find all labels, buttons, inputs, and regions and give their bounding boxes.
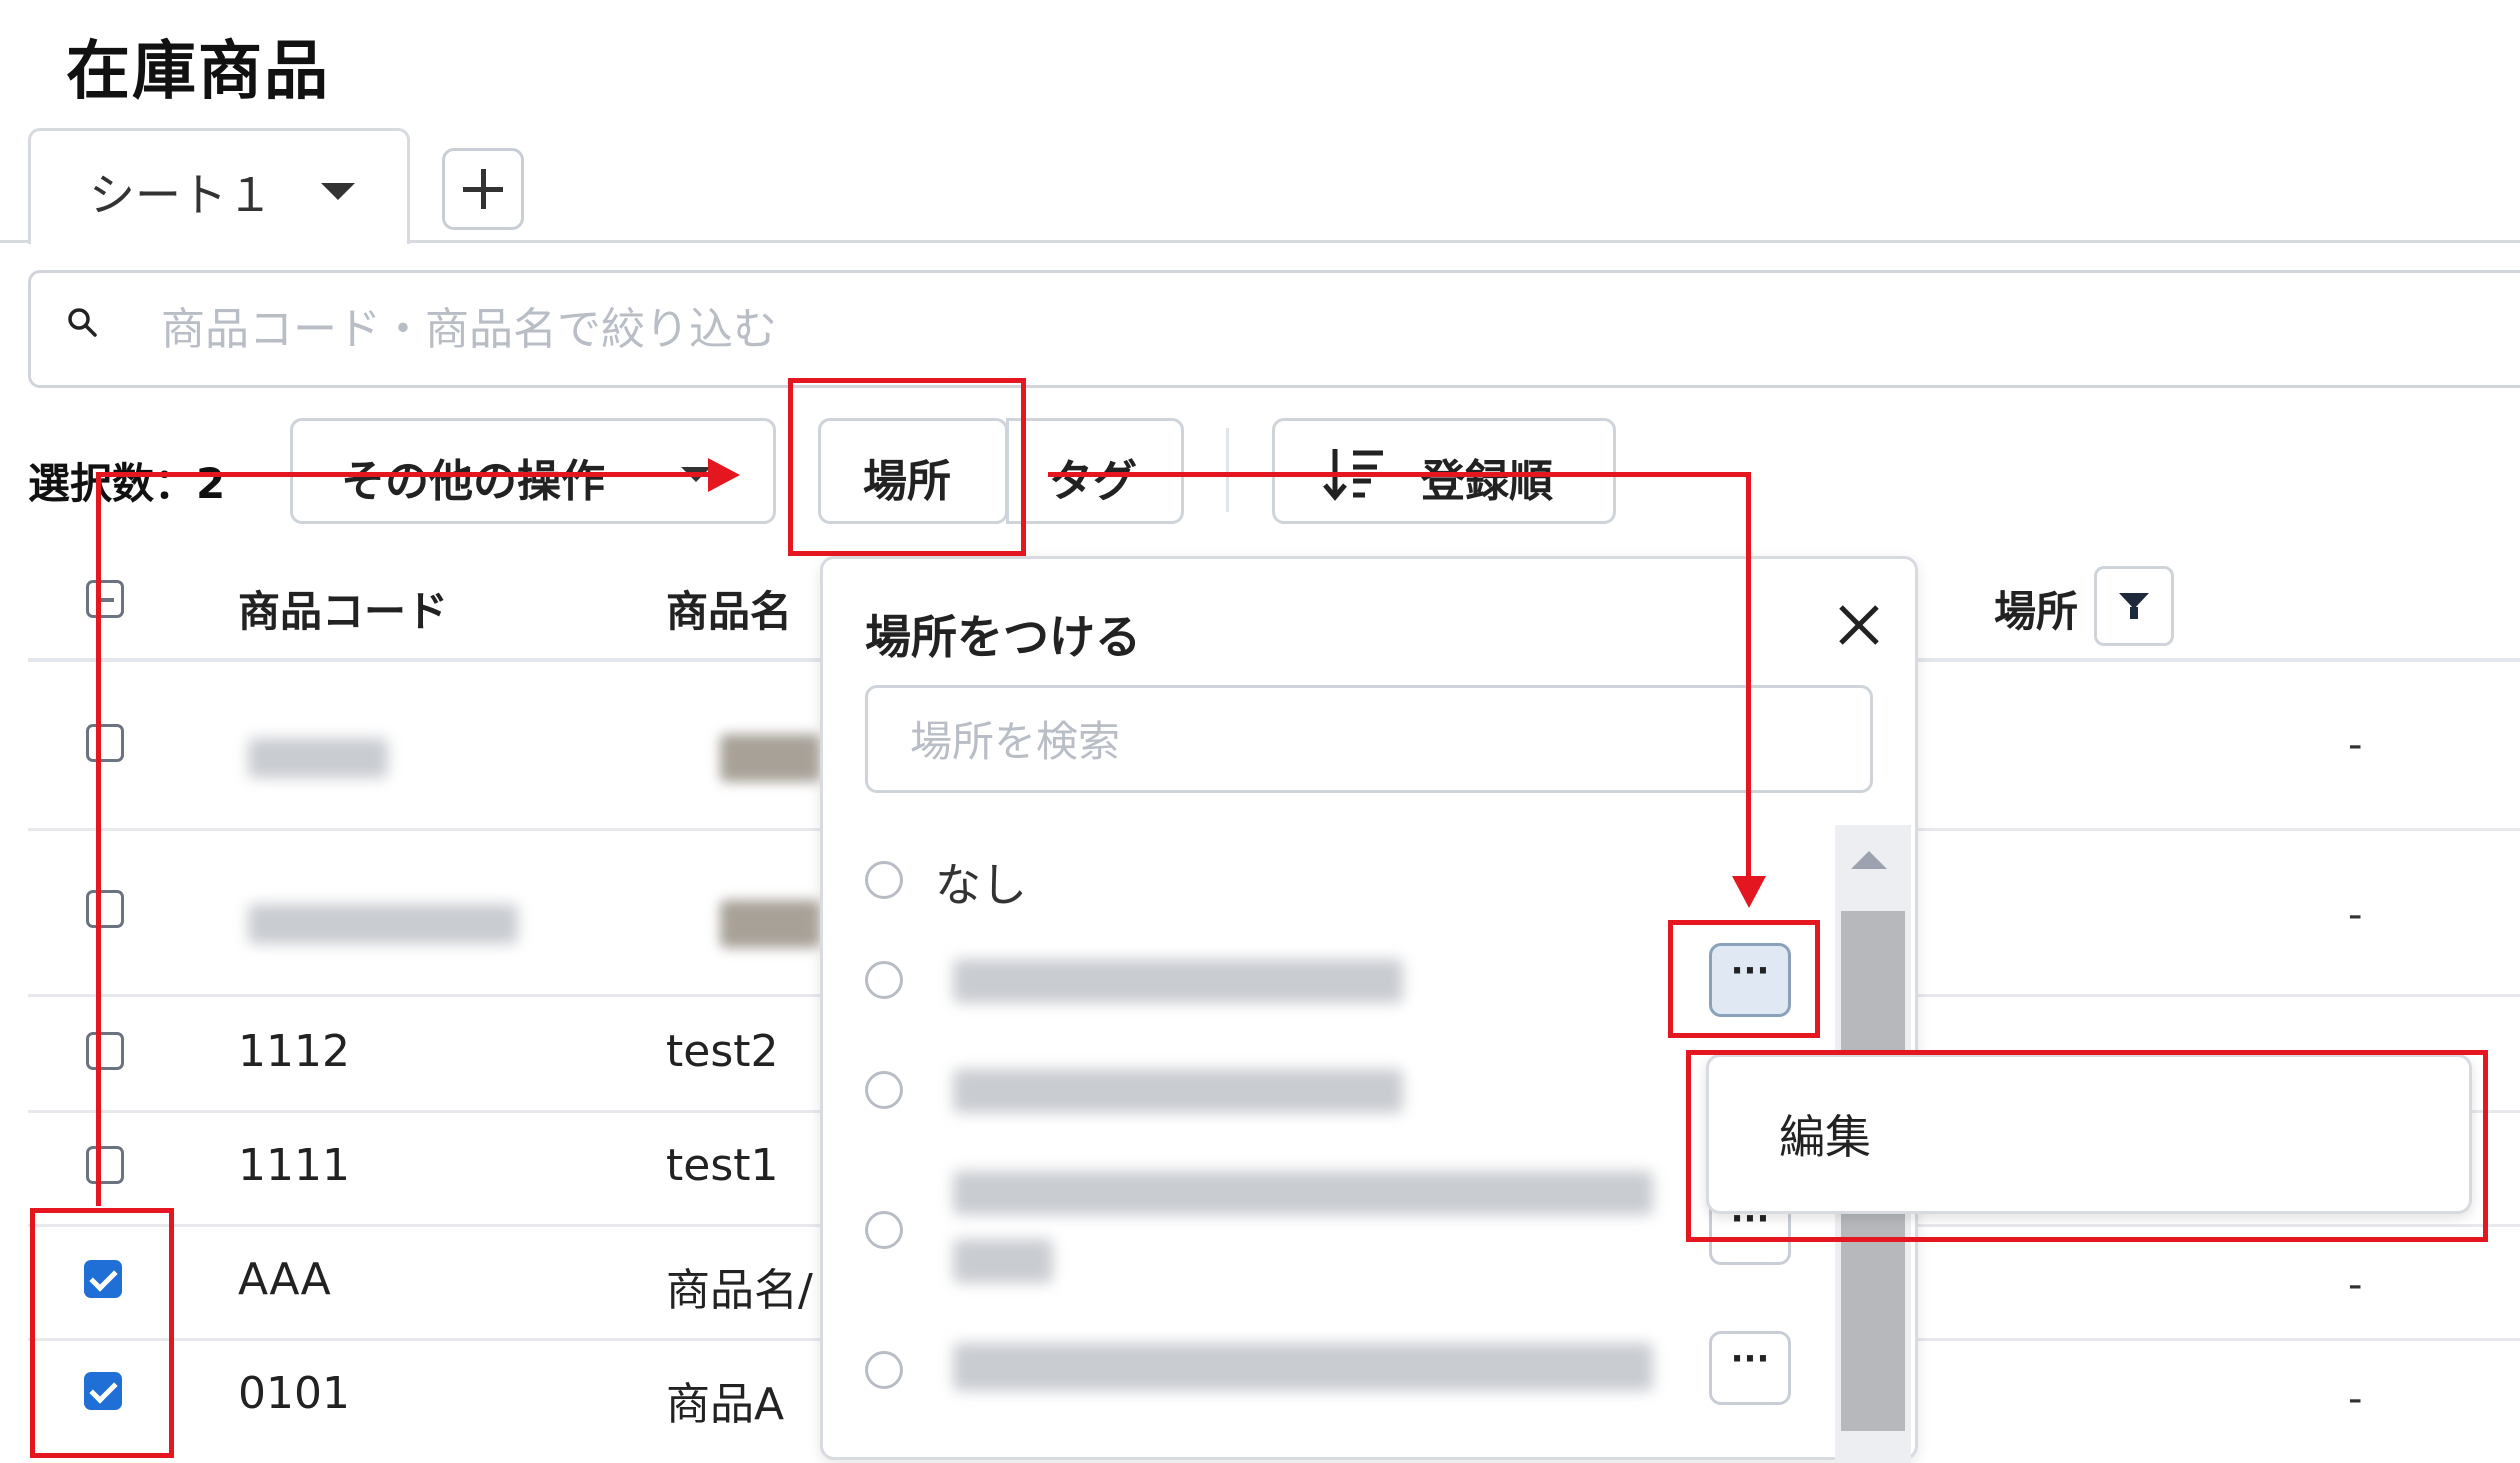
product-name: test1 [666, 1140, 779, 1191]
radio-option[interactable] [865, 1211, 903, 1249]
popup-title: 場所をつける [865, 610, 1141, 664]
blurred-product-name [720, 900, 820, 948]
annotation-line [1048, 472, 1750, 477]
blurred-place-name [953, 1069, 1403, 1113]
close-icon[interactable] [1829, 595, 1889, 655]
row-checkbox[interactable] [86, 1146, 124, 1184]
product-code: 1111 [238, 1140, 350, 1191]
header-product-name[interactable]: 商品名 [666, 578, 792, 639]
blurred-place-name [953, 959, 1403, 1003]
header-place[interactable]: 場所 [1994, 578, 2078, 639]
blurred-place-name [953, 1343, 1653, 1391]
arrow-down-icon [1732, 876, 1766, 908]
radio-option[interactable] [865, 1351, 903, 1389]
annotation-line [96, 472, 716, 477]
blurred-place-name [953, 1171, 1653, 1215]
row-place: - [2348, 1262, 2363, 1308]
search-input[interactable] [159, 293, 1663, 365]
tag-button[interactable]: タグ [1006, 418, 1184, 524]
product-code: 0101 [238, 1368, 350, 1419]
product-code: 1112 [238, 1026, 350, 1077]
place-filter-button[interactable] [2094, 566, 2174, 646]
header-product-code[interactable]: 商品コード [238, 578, 448, 639]
annotation-box-edit-menu [1686, 1050, 2488, 1242]
search-icon [68, 308, 97, 337]
annotation-line [1746, 472, 1751, 882]
sort-button[interactable]: 登録順 [1272, 418, 1616, 524]
annotation-box-checked-rows [30, 1208, 174, 1458]
annotation-box-place-button [788, 378, 1026, 556]
chevron-down-icon[interactable] [321, 183, 355, 200]
radio-option[interactable] [865, 961, 903, 999]
place-search-box[interactable] [865, 685, 1873, 793]
product-name: 商品名/ [666, 1265, 813, 1316]
product-name: test2 [666, 1026, 779, 1077]
tag-button-label: タグ [1049, 456, 1137, 507]
selection-count: 選択数：2 [28, 459, 226, 508]
search-box[interactable] [28, 270, 2520, 388]
product-code: AAA [238, 1254, 331, 1305]
add-tab-button[interactable] [442, 148, 524, 230]
row-place: - [2348, 1376, 2363, 1422]
option-none-label: なし [935, 858, 1027, 912]
annotation-line [96, 474, 101, 1206]
more-options-button[interactable]: ··· [1709, 1331, 1791, 1405]
row-place: - [2348, 722, 2363, 768]
select-all-checkbox[interactable] [86, 580, 124, 618]
sort-label: 登録順 [1421, 456, 1553, 507]
place-search-input[interactable] [908, 708, 1812, 774]
radio-none[interactable] [865, 861, 903, 899]
radio-option[interactable] [865, 1071, 903, 1109]
scroll-up-icon[interactable] [1851, 851, 1887, 869]
blurred-product-code [248, 738, 388, 778]
blurred-product-name [720, 734, 820, 782]
row-place: - [2348, 892, 2363, 938]
annotation-box-more-button [1668, 920, 1820, 1038]
row-checkbox[interactable] [86, 1032, 124, 1070]
other-actions-button[interactable]: その他の操作 [290, 418, 776, 524]
toolbar-divider [1226, 428, 1229, 512]
row-checkbox[interactable] [86, 724, 124, 762]
product-name: 商品A [666, 1379, 785, 1430]
row-checkbox[interactable] [86, 890, 124, 928]
other-actions-label: その他の操作 [341, 456, 605, 507]
page-title: 在庫商品 [66, 35, 330, 109]
arrow-right-icon [708, 458, 740, 492]
tab-sheet-1[interactable]: シート１ [28, 128, 410, 244]
tab-label: シート１ [89, 168, 273, 222]
blurred-product-code [248, 904, 518, 944]
